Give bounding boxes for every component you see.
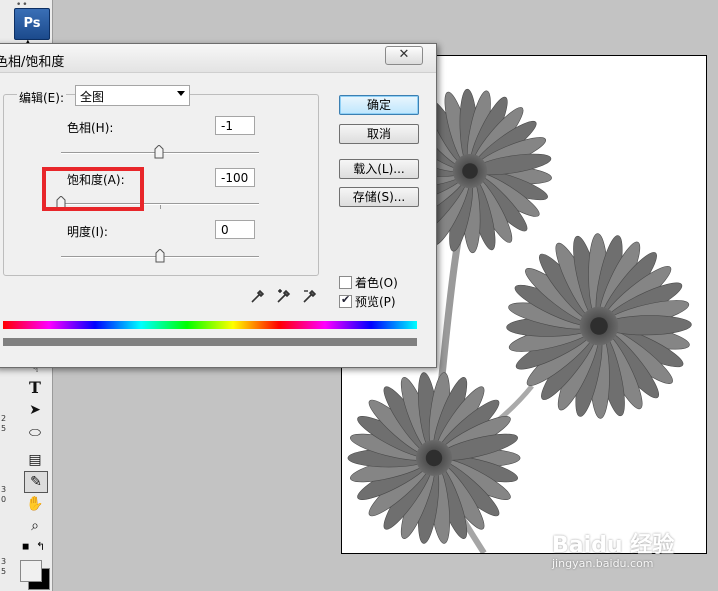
hue-saturation-dialog: 色相/饱和度 ✕ 编辑(E): 全图 色相(H): -1 饱和度(A): -10… (0, 43, 437, 368)
dialog-titlebar[interactable]: 色相/饱和度 ✕ (0, 44, 436, 73)
output-color-spectrum-bar (3, 338, 417, 346)
hue-input[interactable]: -1 (215, 116, 255, 135)
hand-tool-icon[interactable]: ✋ (24, 494, 46, 514)
watermark-url: jingyan.baidu.com (552, 557, 654, 570)
ruler-mark: 2 (1, 414, 7, 423)
flower-core (590, 317, 608, 335)
saturation-highlight-box (42, 167, 144, 211)
saturation-slider-center-tick (160, 205, 161, 209)
lightness-input[interactable]: 0 (215, 220, 255, 239)
load-button[interactable]: 载入(L)... (339, 159, 419, 179)
eyedropper-tool-icon[interactable]: ✎ (24, 471, 48, 493)
watermark-brand: Baidu 经验 (552, 533, 675, 558)
flower-core (462, 163, 478, 179)
notes-tool-icon[interactable]: ▤ (24, 450, 46, 470)
ok-button[interactable]: 确定 (339, 95, 419, 115)
ruler-mark: 0 (1, 495, 7, 504)
chevron-down-icon[interactable] (177, 91, 185, 96)
ruler-mark: 3 (1, 485, 7, 494)
hue-label: 色相(H): (67, 121, 114, 135)
save-button[interactable]: 存储(S)... (339, 187, 419, 207)
ruler-mark: 5 (1, 424, 7, 433)
input-color-spectrum-bar (3, 321, 417, 329)
lightness-slider-thumb[interactable] (155, 249, 165, 263)
eyedropper-minus-icon[interactable] (302, 288, 318, 304)
photoshop-logo[interactable]: Ps (14, 8, 50, 40)
zoom-tool-icon[interactable]: ⌕ (24, 516, 46, 536)
baidu-watermark: Baidu 经验 jingyan.baidu.com (552, 527, 718, 587)
lightness-label: 明度(I): (67, 225, 108, 239)
eyedropper-plus-icon[interactable] (276, 288, 292, 304)
flower-core (425, 449, 443, 467)
checkmark-icon: ✔ (341, 293, 351, 306)
edit-label: 编辑(E): (17, 89, 66, 106)
close-button[interactable]: ✕ (385, 46, 423, 65)
swap-colors-icon[interactable]: ↰ (36, 540, 45, 553)
ruler-mark: 3 (1, 557, 7, 566)
edit-channel-value: 全图 (80, 90, 105, 104)
cancel-button[interactable]: 取消 (339, 124, 419, 144)
preview-label: 预览(P) (355, 295, 396, 309)
path-selection-icon[interactable]: ➤ (24, 400, 46, 420)
colorize-checkbox[interactable] (339, 276, 352, 289)
dialog-title: 色相/饱和度 (0, 55, 65, 70)
saturation-input[interactable]: -100 (215, 168, 255, 187)
ellipse-tool-icon[interactable]: ⬭ (24, 423, 46, 443)
colorize-label: 着色(O) (355, 276, 398, 290)
type-tool-icon[interactable]: T (24, 378, 46, 398)
edit-channel-select[interactable]: 全图 (75, 85, 190, 106)
hue-slider-thumb[interactable] (154, 145, 164, 159)
eyedropper-icon[interactable] (250, 288, 266, 304)
foreground-color-swatch[interactable] (20, 560, 42, 582)
ruler-mark: 5 (1, 567, 7, 576)
preview-checkbox[interactable]: ✔ (339, 293, 352, 308)
default-colors-icon[interactable]: ◼ (22, 542, 29, 552)
